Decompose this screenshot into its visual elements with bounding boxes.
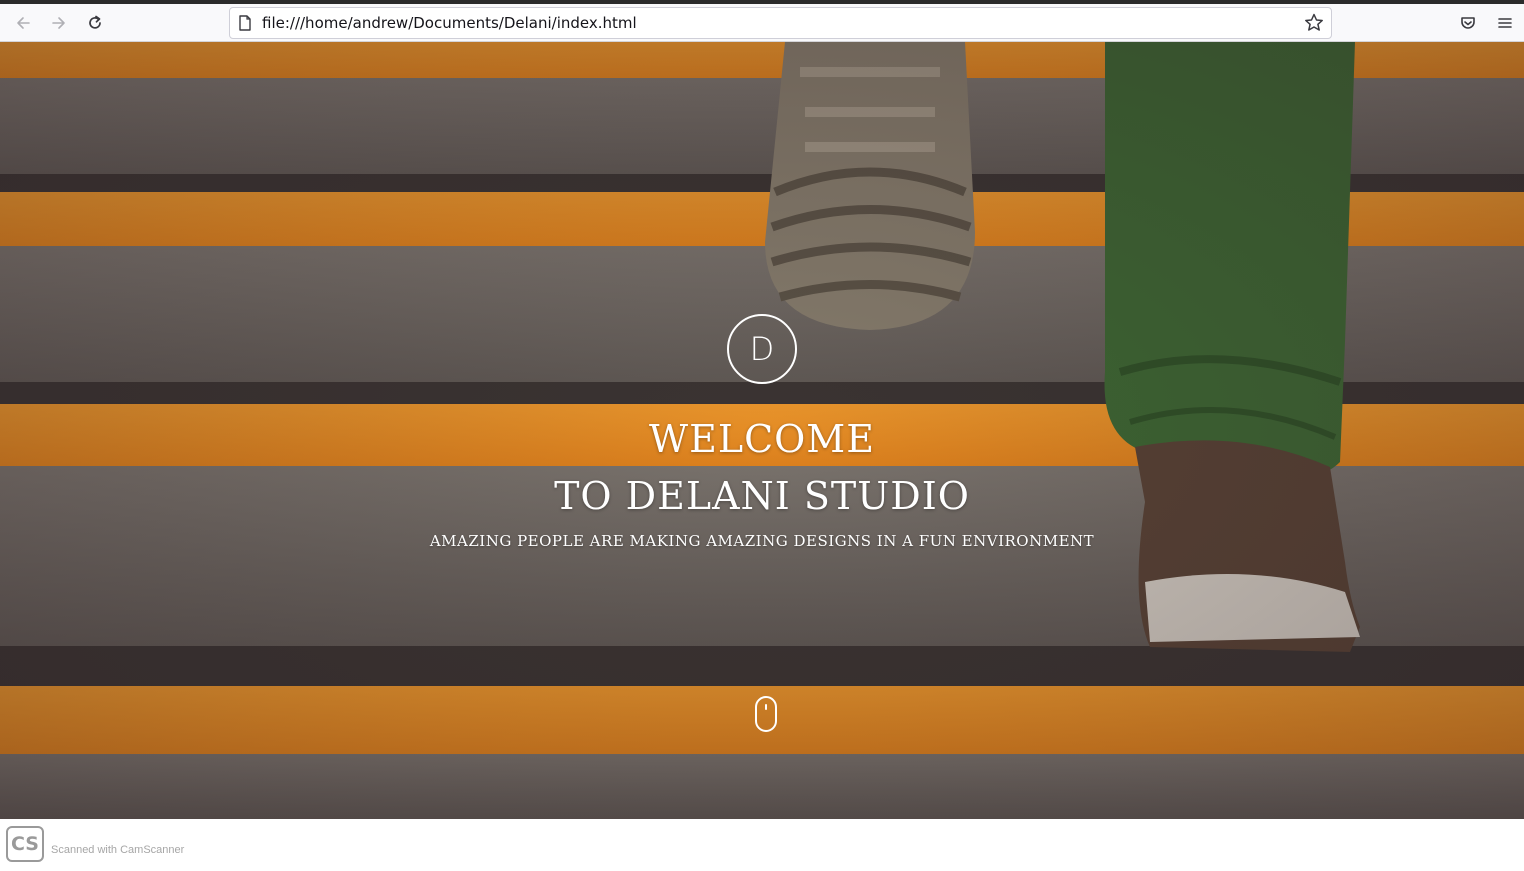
- url-text[interactable]: file:///home/andrew/Documents/Delani/ind…: [262, 14, 637, 32]
- browser-toolbar: file:///home/andrew/Documents/Delani/ind…: [0, 4, 1524, 42]
- mouse-icon[interactable]: [755, 696, 777, 732]
- hero-title-line-2: TO DELANI STUDIO: [554, 474, 970, 518]
- hero-section: D WELCOME TO DELANI STUDIO AMAZING PEOPL…: [0, 42, 1524, 819]
- camscanner-text: Scanned with CamScanner: [51, 844, 185, 856]
- back-button[interactable]: [8, 8, 38, 38]
- url-bar[interactable]: file:///home/andrew/Documents/Delani/ind…: [229, 7, 1332, 39]
- logo-circle: D: [727, 314, 797, 384]
- camscanner-logo: CS: [6, 826, 44, 862]
- bookmark-star-icon: [1305, 13, 1323, 31]
- logo-letter: D: [749, 330, 775, 368]
- pocket-button[interactable]: [1453, 8, 1483, 38]
- menu-button[interactable]: [1490, 8, 1520, 38]
- forward-button[interactable]: [44, 8, 74, 38]
- bookmark-button[interactable]: [1303, 12, 1325, 34]
- back-icon: [17, 17, 30, 29]
- page-icon: [239, 15, 251, 31]
- pocket-icon: [1461, 17, 1475, 29]
- hero-tagline: AMAZING PEOPLE ARE MAKING AMAZING DESIGN…: [429, 532, 1095, 550]
- hero-title-line-1: WELCOME: [649, 417, 875, 461]
- forward-icon: [52, 17, 65, 29]
- menu-icon: [1498, 18, 1512, 28]
- reload-button[interactable]: [80, 8, 110, 38]
- reload-icon: [89, 15, 101, 29]
